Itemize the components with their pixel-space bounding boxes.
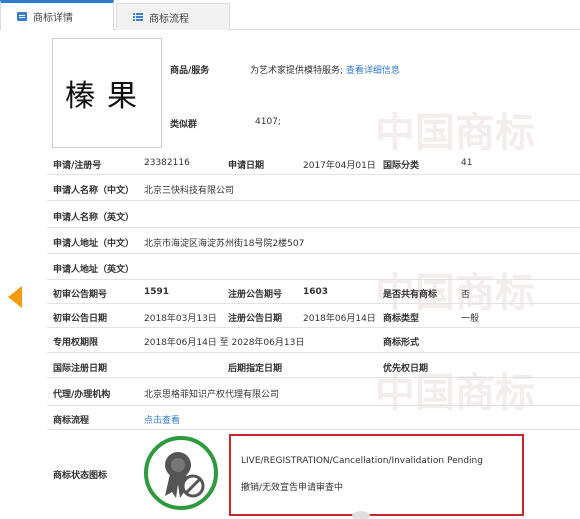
reg-no-value: 23382116 (144, 158, 190, 168)
detail-row: 申请人地址（英文） (47, 254, 580, 280)
goods-services-label: 商品/服务 (170, 66, 210, 76)
id-card-icon (17, 12, 27, 21)
exclusive-period-value: 2018年06月14日 至 2028年06月13日 (144, 338, 305, 348)
view-process-link[interactable]: 点击查看 (144, 413, 180, 426)
app-date-value: 2017年04月01日 (303, 161, 376, 171)
trademark-image: 榛果 (52, 38, 162, 148)
status-text-en: LIVE/REGISTRATION/Cancellation/Invalidat… (241, 456, 483, 466)
reg-pub-no-label: 注册公告期号 (228, 290, 283, 300)
shared-mark-value: 否 (461, 290, 471, 300)
tab-trademark-details[interactable]: 商标详情 (0, 0, 114, 31)
tab-label: 商标流程 (149, 13, 189, 25)
detail-row: 专用权期限 2018年06月14日 至 2028年06月13日 商标形式 (47, 328, 580, 353)
priority-date-label: 优先权日期 (383, 364, 429, 374)
mark-type-label: 商标类型 (383, 314, 420, 324)
goods-services-value: 为艺术家提供模特服务; 查看详细信息 (250, 63, 400, 76)
status-text-cn: 撤销/无效宣告申请审查中 (241, 483, 344, 493)
detail-row: 初审公告日期 2018年03月13日 注册公告日期 2018年06月14日 商标… (47, 304, 580, 328)
detail-row: 申请人名称（英文） (47, 201, 580, 228)
detail-row: 初审公告期号 1591 注册公告期号 1603 是否共有商标 否 (47, 280, 580, 304)
status-icon-label: 商标状态图标 (53, 471, 108, 481)
detail-row: 申请/注册号 23382116 申请日期 2017年04月01日 国际分类 41 (47, 153, 580, 175)
applicant-cn-value: 北京三快科技有限公司 (144, 186, 235, 196)
process-label: 商标流程 (53, 416, 90, 426)
detail-row: 国际注册日期 后期指定日期 优先权日期 (47, 353, 580, 378)
address-en-label: 申请人地址（英文） (53, 265, 135, 275)
status-highlight-box: LIVE/REGISTRATION/Cancellation/Invalidat… (229, 434, 524, 516)
tab-bar: 商标详情 商标流程 (0, 0, 580, 31)
shared-mark-label: 是否共有商标 (383, 290, 438, 300)
mark-form-label: 商标形式 (383, 338, 420, 348)
intl-reg-date-label: 国际注册日期 (53, 364, 108, 374)
tab-trademark-process[interactable]: 商标流程 (116, 3, 230, 30)
detail-row: 商标流程 点击查看 (47, 406, 580, 430)
tab-label: 商标详情 (33, 13, 73, 24)
agent-value: 北京思格菲知识产权代理有限公司 (144, 390, 280, 400)
applicant-cn-label: 申请人名称（中文） (53, 186, 135, 196)
prelim-no-value: 1591 (144, 287, 170, 297)
agent-label: 代理/办理机构 (53, 390, 111, 400)
view-details-link[interactable]: 查看详细信息 (346, 66, 400, 76)
applicant-en-label: 申请人名称（英文） (53, 213, 135, 223)
mark-type-value: 一般 (461, 314, 480, 324)
exclusive-period-label: 专用权期限 (53, 338, 99, 348)
prelim-date-label: 初审公告日期 (53, 314, 108, 324)
award-badge-svg (165, 452, 205, 498)
award-badge-blocked-icon (144, 436, 218, 510)
prelim-no-label: 初审公告期号 (53, 290, 108, 300)
detail-row: 申请人名称（中文） 北京三快科技有限公司 (47, 175, 580, 201)
reg-pub-date-label: 注册公告日期 (228, 314, 283, 324)
app-date-label: 申请日期 (228, 161, 265, 171)
list-icon (133, 12, 143, 22)
address-cn-value: 北京市海淀区海淀苏州街18号院2楼507 (144, 239, 305, 249)
detail-row: 代理/办理机构 北京思格菲知识产权代理有限公司 (47, 378, 580, 406)
reg-no-label: 申请/注册号 (53, 161, 102, 171)
prelim-date-value: 2018年03月13日 (144, 314, 217, 324)
watermark-text: 中国商标 (375, 109, 535, 156)
scroll-indicator (352, 511, 370, 519)
previous-arrow-icon[interactable] (8, 286, 22, 308)
intl-class-value: 41 (461, 158, 473, 168)
similar-group-value: 4107; (255, 117, 281, 127)
similar-group-label: 类似群 (170, 120, 198, 130)
detail-row: 申请人地址（中文） 北京市海淀区海淀苏州街18号院2楼507 (47, 228, 580, 254)
reg-pub-date-value: 2018年06月14日 (303, 314, 376, 324)
intl-class-label: 国际分类 (383, 161, 420, 171)
reg-pub-no-value: 1603 (303, 287, 329, 297)
address-cn-label: 申请人地址（中文） (53, 239, 135, 249)
goods-services-text: 为艺术家提供模特服务; (250, 66, 344, 76)
trademark-name: 榛果 (65, 79, 149, 114)
later-designation-label: 后期指定日期 (228, 364, 283, 374)
